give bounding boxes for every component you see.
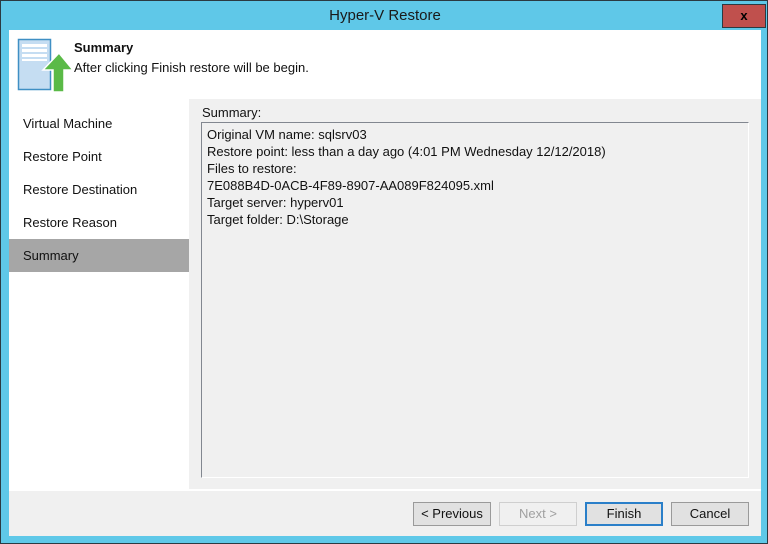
summary-line: Target server: hyperv01 [207, 195, 344, 210]
sidebar-item-summary[interactable]: Summary [9, 239, 189, 272]
cancel-button[interactable]: Cancel [671, 502, 749, 526]
sidebar-item-restore-point[interactable]: Restore Point [9, 140, 189, 173]
title-bar: Hyper-V Restore x [1, 1, 767, 30]
next-button: Next > [499, 502, 577, 526]
finish-button[interactable]: Finish [585, 502, 663, 526]
sidebar-item-restore-destination[interactable]: Restore Destination [9, 173, 189, 206]
dialog-header: Summary After clicking Finish restore wi… [9, 30, 761, 99]
previous-button[interactable]: < Previous [413, 502, 491, 526]
summary-panel: Summary: Original VM name: sqlsrv03 Rest… [189, 99, 761, 489]
page-subtitle: After clicking Finish restore will be be… [74, 60, 309, 75]
hyper-v-restore-dialog: Hyper-V Restore x Summary After clicking… [0, 0, 768, 544]
window-title: Hyper-V Restore [329, 7, 441, 24]
wizard-step-list: Virtual Machine Restore Point Restore De… [9, 99, 189, 489]
dialog-footer: < Previous Next > Finish Cancel [9, 491, 761, 536]
summary-label: Summary: [202, 105, 262, 120]
summary-line: Files to restore: [207, 161, 297, 176]
dialog-body: Virtual Machine Restore Point Restore De… [9, 99, 761, 489]
summary-line: 7E088B4D-0ACB-4F89-8907-AA089F824095.xml [207, 178, 494, 193]
summary-line: Original VM name: sqlsrv03 [207, 127, 367, 142]
page-title: Summary [74, 40, 134, 55]
summary-line: Target folder: D:\Storage [207, 212, 349, 227]
server-restore-icon [15, 37, 75, 93]
close-icon[interactable]: x [722, 4, 766, 28]
sidebar-item-restore-reason[interactable]: Restore Reason [9, 206, 189, 239]
summary-line: Restore point: less than a day ago (4:01… [207, 144, 606, 159]
sidebar-item-virtual-machine[interactable]: Virtual Machine [9, 107, 189, 140]
summary-textbox[interactable]: Original VM name: sqlsrv03 Restore point… [201, 122, 749, 478]
